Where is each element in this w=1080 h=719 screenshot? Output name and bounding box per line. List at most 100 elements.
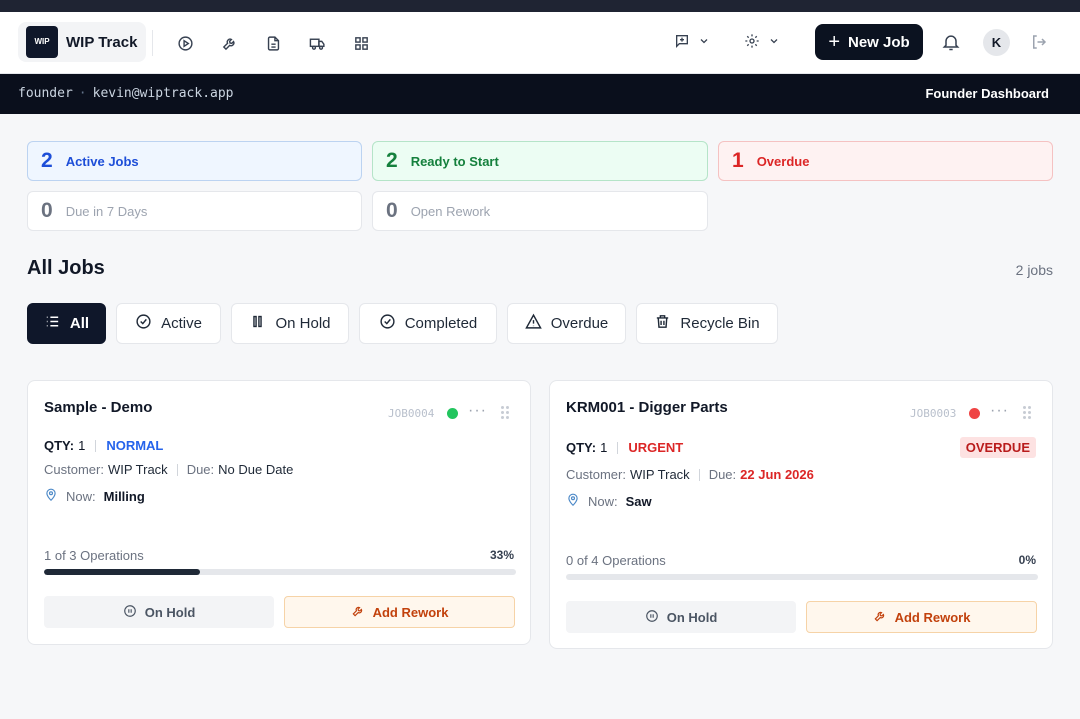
stat-value: 2: [386, 149, 398, 172]
operations-count: 1 of 3 Operations: [44, 548, 144, 563]
operations-count: 0 of 4 Operations: [566, 553, 666, 568]
new-job-button[interactable]: + New Job: [815, 24, 923, 60]
list-icon: [44, 313, 61, 334]
drag-handle-icon[interactable]: [1023, 406, 1033, 420]
stat-label: Ready to Start: [410, 153, 499, 169]
document-icon[interactable]: [260, 30, 286, 56]
on-hold-button[interactable]: On Hold: [566, 601, 796, 633]
customer-value: WIP Track: [629, 467, 690, 482]
due-value: No Due Date: [218, 462, 294, 477]
button-label: Add Rework: [372, 604, 449, 620]
add-rework-button[interactable]: Add Rework: [806, 601, 1037, 633]
settings-dropdown[interactable]: [744, 28, 780, 58]
filter-recycle-bin[interactable]: Recycle Bin: [636, 303, 778, 344]
plus-icon: +: [828, 31, 840, 53]
priority-label: URGENT: [628, 440, 684, 455]
avatar[interactable]: K: [983, 29, 1010, 56]
user-bar: founder · kevin@wiptrack.app Founder Dashb…: [0, 74, 1080, 114]
filter-completed[interactable]: Completed: [359, 303, 497, 344]
stat-value: 2: [41, 149, 53, 172]
progress-fill: [44, 569, 200, 575]
grid-icon[interactable]: [348, 30, 374, 56]
stat-label: Active Jobs: [65, 153, 139, 169]
stat-active-jobs[interactable]: 2 Active Jobs: [27, 141, 362, 181]
progress-percent: 33%: [489, 548, 514, 562]
stat-value: 0: [386, 199, 398, 222]
check-circle-icon: [135, 313, 152, 334]
button-label: Add Rework: [894, 609, 971, 625]
due-label: Due:: [186, 462, 215, 477]
brand[interactable]: WIP WIP Track: [18, 22, 146, 62]
filter-label: All: [69, 315, 90, 332]
separator: ·: [78, 86, 87, 101]
new-job-label: New Job: [848, 33, 910, 51]
stat-label: Open Rework: [410, 203, 491, 219]
gear-icon: [744, 33, 760, 54]
filter-on-hold[interactable]: On Hold: [231, 303, 349, 344]
location-pin-icon: [44, 488, 58, 505]
divider: [152, 30, 153, 56]
due-label: Due:: [708, 467, 737, 482]
pause-circle-icon: [123, 604, 137, 621]
qty-row: QTY: 1 NORMAL: [44, 438, 163, 453]
qty-label: QTY:: [44, 438, 75, 453]
truck-icon[interactable]: [304, 30, 330, 56]
filter-label: Completed: [404, 315, 478, 332]
qty-value: 1: [78, 438, 86, 453]
filter-label: Recycle Bin: [680, 315, 760, 332]
on-hold-button[interactable]: On Hold: [44, 596, 274, 628]
now-value: Saw: [625, 494, 652, 509]
status-dot: [969, 408, 980, 419]
overdue-badge: OVERDUE: [959, 437, 1036, 458]
meta-row: Customer: WIP Track Due: 22 Jun 2026: [566, 467, 814, 482]
wrench-icon[interactable]: [216, 30, 242, 56]
current-operation: Now: Milling: [44, 488, 145, 505]
now-label: Now:: [588, 494, 618, 509]
job-id: JOB0003: [910, 407, 957, 420]
user-role: founder: [18, 86, 73, 101]
add-rework-button[interactable]: Add Rework: [284, 596, 515, 628]
pause-circle-icon: [645, 609, 659, 626]
stat-ready-to-start[interactable]: 2 Ready to Start: [372, 141, 708, 181]
more-icon[interactable]: ···: [990, 402, 1009, 420]
wrench-icon: [873, 609, 887, 626]
pause-icon: [249, 313, 266, 334]
button-label: On Hold: [666, 609, 718, 625]
wrench-icon: [351, 604, 365, 621]
customer-label: Customer:: [566, 467, 626, 482]
stat-overdue[interactable]: 1 Overdue: [718, 141, 1053, 181]
customer-value: WIP Track: [107, 462, 168, 477]
filter-label: Active: [161, 315, 202, 332]
stat-value: 1: [732, 149, 744, 172]
job-card[interactable]: Sample - Demo JOB0004 ··· QTY: 1 NORMAL C…: [27, 380, 531, 645]
dashboard-label: Founder Dashboard: [925, 86, 1049, 101]
now-value: Milling: [103, 489, 145, 504]
feedback-dropdown[interactable]: [674, 28, 710, 58]
job-id: JOB0004: [388, 407, 435, 420]
progress-bar: [566, 574, 1038, 580]
user-email: kevin@wiptrack.app: [92, 86, 234, 101]
filter-all[interactable]: All: [27, 303, 106, 344]
play-icon[interactable]: [172, 30, 198, 56]
button-label: On Hold: [144, 604, 196, 620]
filter-active[interactable]: Active: [116, 303, 221, 344]
trash-icon: [654, 313, 671, 334]
more-icon[interactable]: ···: [468, 402, 487, 420]
status-dot: [447, 408, 458, 419]
warning-icon: [524, 313, 542, 334]
stat-open-rework[interactable]: 0 Open Rework: [372, 191, 708, 231]
navbar: WIP WIP Track + New Job K: [0, 12, 1080, 74]
logout-icon[interactable]: [1027, 30, 1051, 54]
current-operation: Now: Saw: [566, 493, 652, 510]
filter-overdue[interactable]: Overdue: [507, 303, 626, 344]
stat-due-in-7-days[interactable]: 0 Due in 7 Days: [27, 191, 362, 231]
job-card[interactable]: KRM001 - Digger Parts JOB0003 ··· QTY: 1 …: [549, 380, 1053, 649]
filter-label: On Hold: [275, 315, 331, 332]
job-title: KRM001 - Digger Parts: [566, 399, 728, 416]
brand-name: WIP Track: [66, 33, 138, 51]
customer-label: Customer:: [44, 462, 104, 477]
drag-handle-icon[interactable]: [501, 406, 511, 420]
meta-row: Customer: WIP Track Due: No Due Date: [44, 462, 293, 477]
bell-icon[interactable]: [938, 29, 964, 55]
qty-value: 1: [600, 440, 608, 455]
